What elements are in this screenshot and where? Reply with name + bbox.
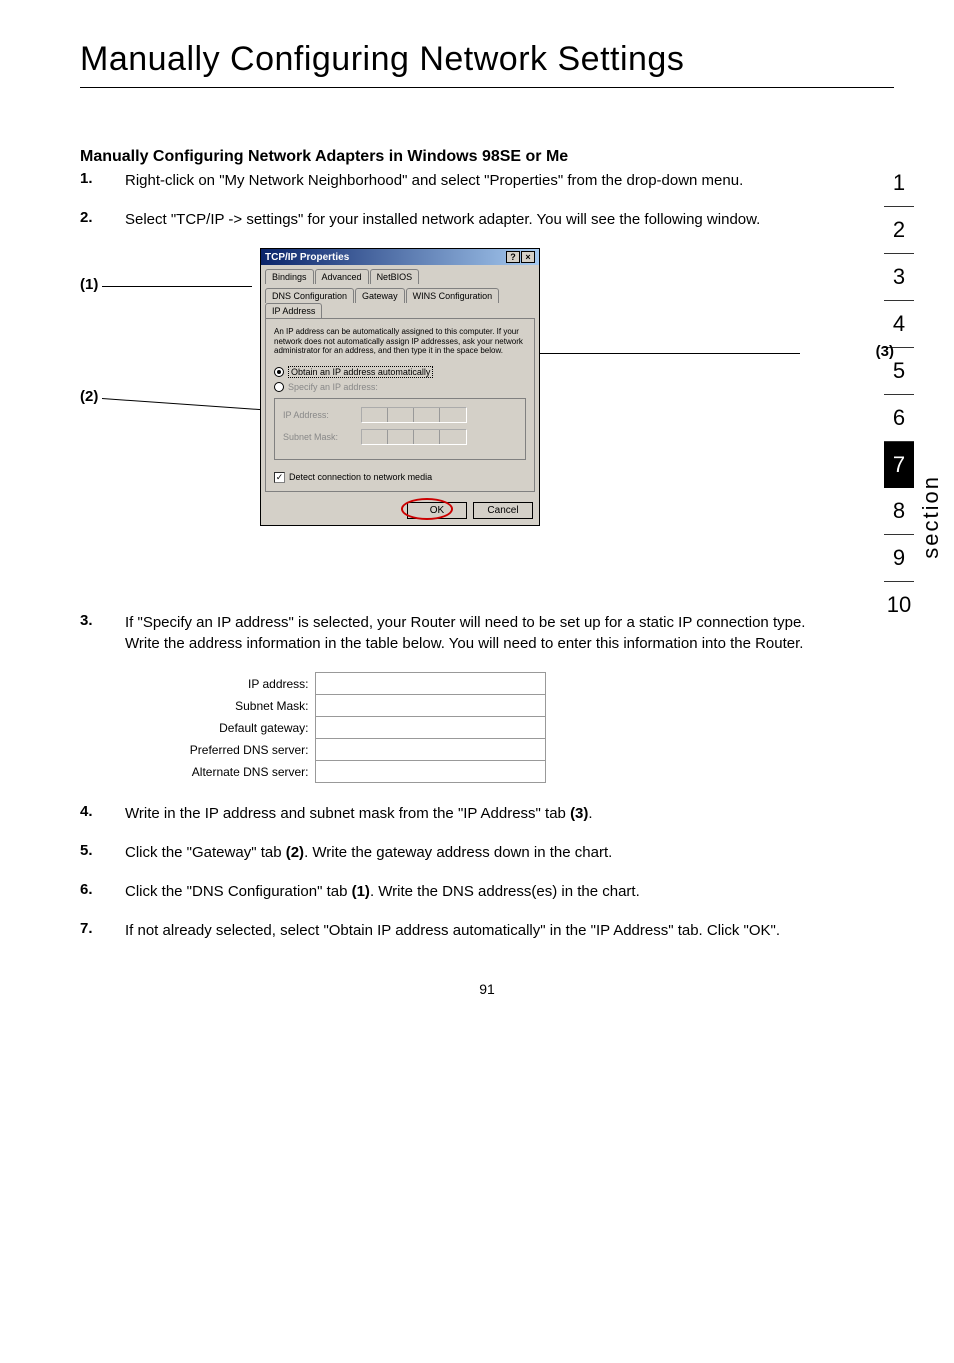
radio-dot-unchecked-icon bbox=[274, 382, 284, 392]
step-7-text: If not already selected, select "Obtain … bbox=[125, 920, 814, 941]
radio-auto-label: Obtain an IP address automatically bbox=[288, 366, 433, 378]
title-divider bbox=[80, 87, 894, 88]
callout-1: (1) bbox=[80, 276, 98, 293]
form-subnet-input[interactable] bbox=[315, 695, 545, 717]
dialog-description: An IP address can be automatically assig… bbox=[274, 327, 526, 356]
tab-advanced[interactable]: Advanced bbox=[315, 269, 369, 284]
radio-specify-label: Specify an IP address: bbox=[288, 382, 378, 392]
form-gateway-input[interactable] bbox=[315, 717, 545, 739]
step-4: 4. Write in the IP address and subnet ma… bbox=[80, 803, 814, 824]
page-title: Manually Configuring Network Settings bbox=[80, 40, 894, 79]
section-vertical-label: section bbox=[918, 475, 944, 559]
step-1-number: 1. bbox=[80, 170, 125, 191]
step-3-number: 3. bbox=[80, 612, 125, 654]
tabs-row-2: DNS Configuration Gateway WINS Configura… bbox=[261, 284, 539, 318]
form-altdns-label: Alternate DNS server: bbox=[150, 761, 315, 783]
tcpip-properties-dialog: TCP/IP Properties ? × Bindings Advanced … bbox=[260, 248, 540, 526]
tabs-row-1: Bindings Advanced NetBIOS bbox=[261, 265, 539, 284]
step-5-text: Click the "Gateway" tab (2). Write the g… bbox=[125, 842, 814, 863]
tab-gateway[interactable]: Gateway bbox=[355, 288, 405, 303]
step-2-text: Select "TCP/IP -> settings" for your ins… bbox=[125, 209, 814, 230]
instruction-list-continued: 3. If "Specify an IP address" is selecte… bbox=[80, 612, 894, 654]
checkmark-icon: ✓ bbox=[274, 472, 285, 483]
nav-2: 2 bbox=[884, 207, 914, 254]
instruction-list: 1. Right-click on "My Network Neighborho… bbox=[80, 170, 894, 230]
form-prefdns-label: Preferred DNS server: bbox=[150, 739, 315, 761]
step-3: 3. If "Specify an IP address" is selecte… bbox=[80, 612, 814, 654]
dialog-figure: (1) (2) (3) TCP/IP Properties ? × Bindin… bbox=[80, 248, 894, 588]
callout-line-1 bbox=[102, 286, 252, 287]
tab-ip-address[interactable]: IP Address bbox=[265, 303, 322, 318]
step-2: 2. Select "TCP/IP -> settings" for your … bbox=[80, 209, 814, 230]
form-gateway-label: Default gateway: bbox=[150, 717, 315, 739]
step-4-text: Write in the IP address and subnet mask … bbox=[125, 803, 814, 824]
form-subnet-label: Subnet Mask: bbox=[150, 695, 315, 717]
form-altdns-input[interactable] bbox=[315, 761, 545, 783]
callout-line-3 bbox=[540, 353, 800, 354]
instruction-list-final: 4. Write in the IP address and subnet ma… bbox=[80, 803, 894, 941]
radio-obtain-auto[interactable]: Obtain an IP address automatically bbox=[274, 366, 526, 378]
ip-fieldset: IP Address: Subnet Mask: bbox=[274, 398, 526, 460]
subnet-mask-input[interactable] bbox=[361, 429, 467, 445]
step-7-number: 7. bbox=[80, 920, 125, 941]
subheading: Manually Configuring Network Adapters in… bbox=[80, 148, 894, 166]
radio-specify-ip[interactable]: Specify an IP address: bbox=[274, 382, 526, 392]
tab-wins-config[interactable]: WINS Configuration bbox=[406, 288, 500, 303]
step-7: 7. If not already selected, select "Obta… bbox=[80, 920, 814, 941]
step-3-text: If "Specify an IP address" is selected, … bbox=[125, 612, 814, 654]
help-icon[interactable]: ? bbox=[506, 251, 520, 263]
dialog-title: TCP/IP Properties bbox=[265, 252, 349, 263]
dialog-body: An IP address can be automatically assig… bbox=[265, 318, 535, 492]
step-6-number: 6. bbox=[80, 881, 125, 902]
step-6-text: Click the "DNS Configuration" tab (1). W… bbox=[125, 881, 814, 902]
address-form-table: IP address: Subnet Mask: Default gateway… bbox=[150, 672, 546, 783]
step-5: 5. Click the "Gateway" tab (2). Write th… bbox=[80, 842, 814, 863]
subnet-mask-label: Subnet Mask: bbox=[283, 432, 353, 442]
callout-2: (2) bbox=[80, 388, 98, 405]
tab-dns-config[interactable]: DNS Configuration bbox=[265, 288, 354, 303]
ip-address-input[interactable] bbox=[361, 407, 467, 423]
step-4-number: 4. bbox=[80, 803, 125, 824]
page-number: 91 bbox=[80, 981, 894, 997]
detect-label: Detect connection to network media bbox=[289, 472, 432, 482]
step-2-number: 2. bbox=[80, 209, 125, 230]
tab-bindings[interactable]: Bindings bbox=[265, 269, 314, 284]
cancel-button[interactable]: Cancel bbox=[473, 502, 533, 519]
nav-10: 10 bbox=[884, 582, 914, 628]
step-6: 6. Click the "DNS Configuration" tab (1)… bbox=[80, 881, 814, 902]
detect-connection-checkbox[interactable]: ✓ Detect connection to network media bbox=[274, 472, 526, 483]
step-1: 1. Right-click on "My Network Neighborho… bbox=[80, 170, 814, 191]
step-5-number: 5. bbox=[80, 842, 125, 863]
form-ip-input[interactable] bbox=[315, 673, 545, 695]
ok-button[interactable]: OK bbox=[407, 502, 467, 519]
form-ip-label: IP address: bbox=[150, 673, 315, 695]
close-icon[interactable]: × bbox=[521, 251, 535, 263]
form-prefdns-input[interactable] bbox=[315, 739, 545, 761]
nav-1: 1 bbox=[884, 160, 914, 207]
radio-dot-checked-icon bbox=[274, 367, 284, 377]
tab-netbios[interactable]: NetBIOS bbox=[370, 269, 420, 284]
dialog-titlebar: TCP/IP Properties ? × bbox=[261, 249, 539, 265]
step-1-text: Right-click on "My Network Neighborhood"… bbox=[125, 170, 814, 191]
ip-address-label: IP Address: bbox=[283, 410, 353, 420]
dialog-buttons: OK Cancel bbox=[261, 496, 539, 525]
callout-3: (3) bbox=[876, 343, 894, 360]
